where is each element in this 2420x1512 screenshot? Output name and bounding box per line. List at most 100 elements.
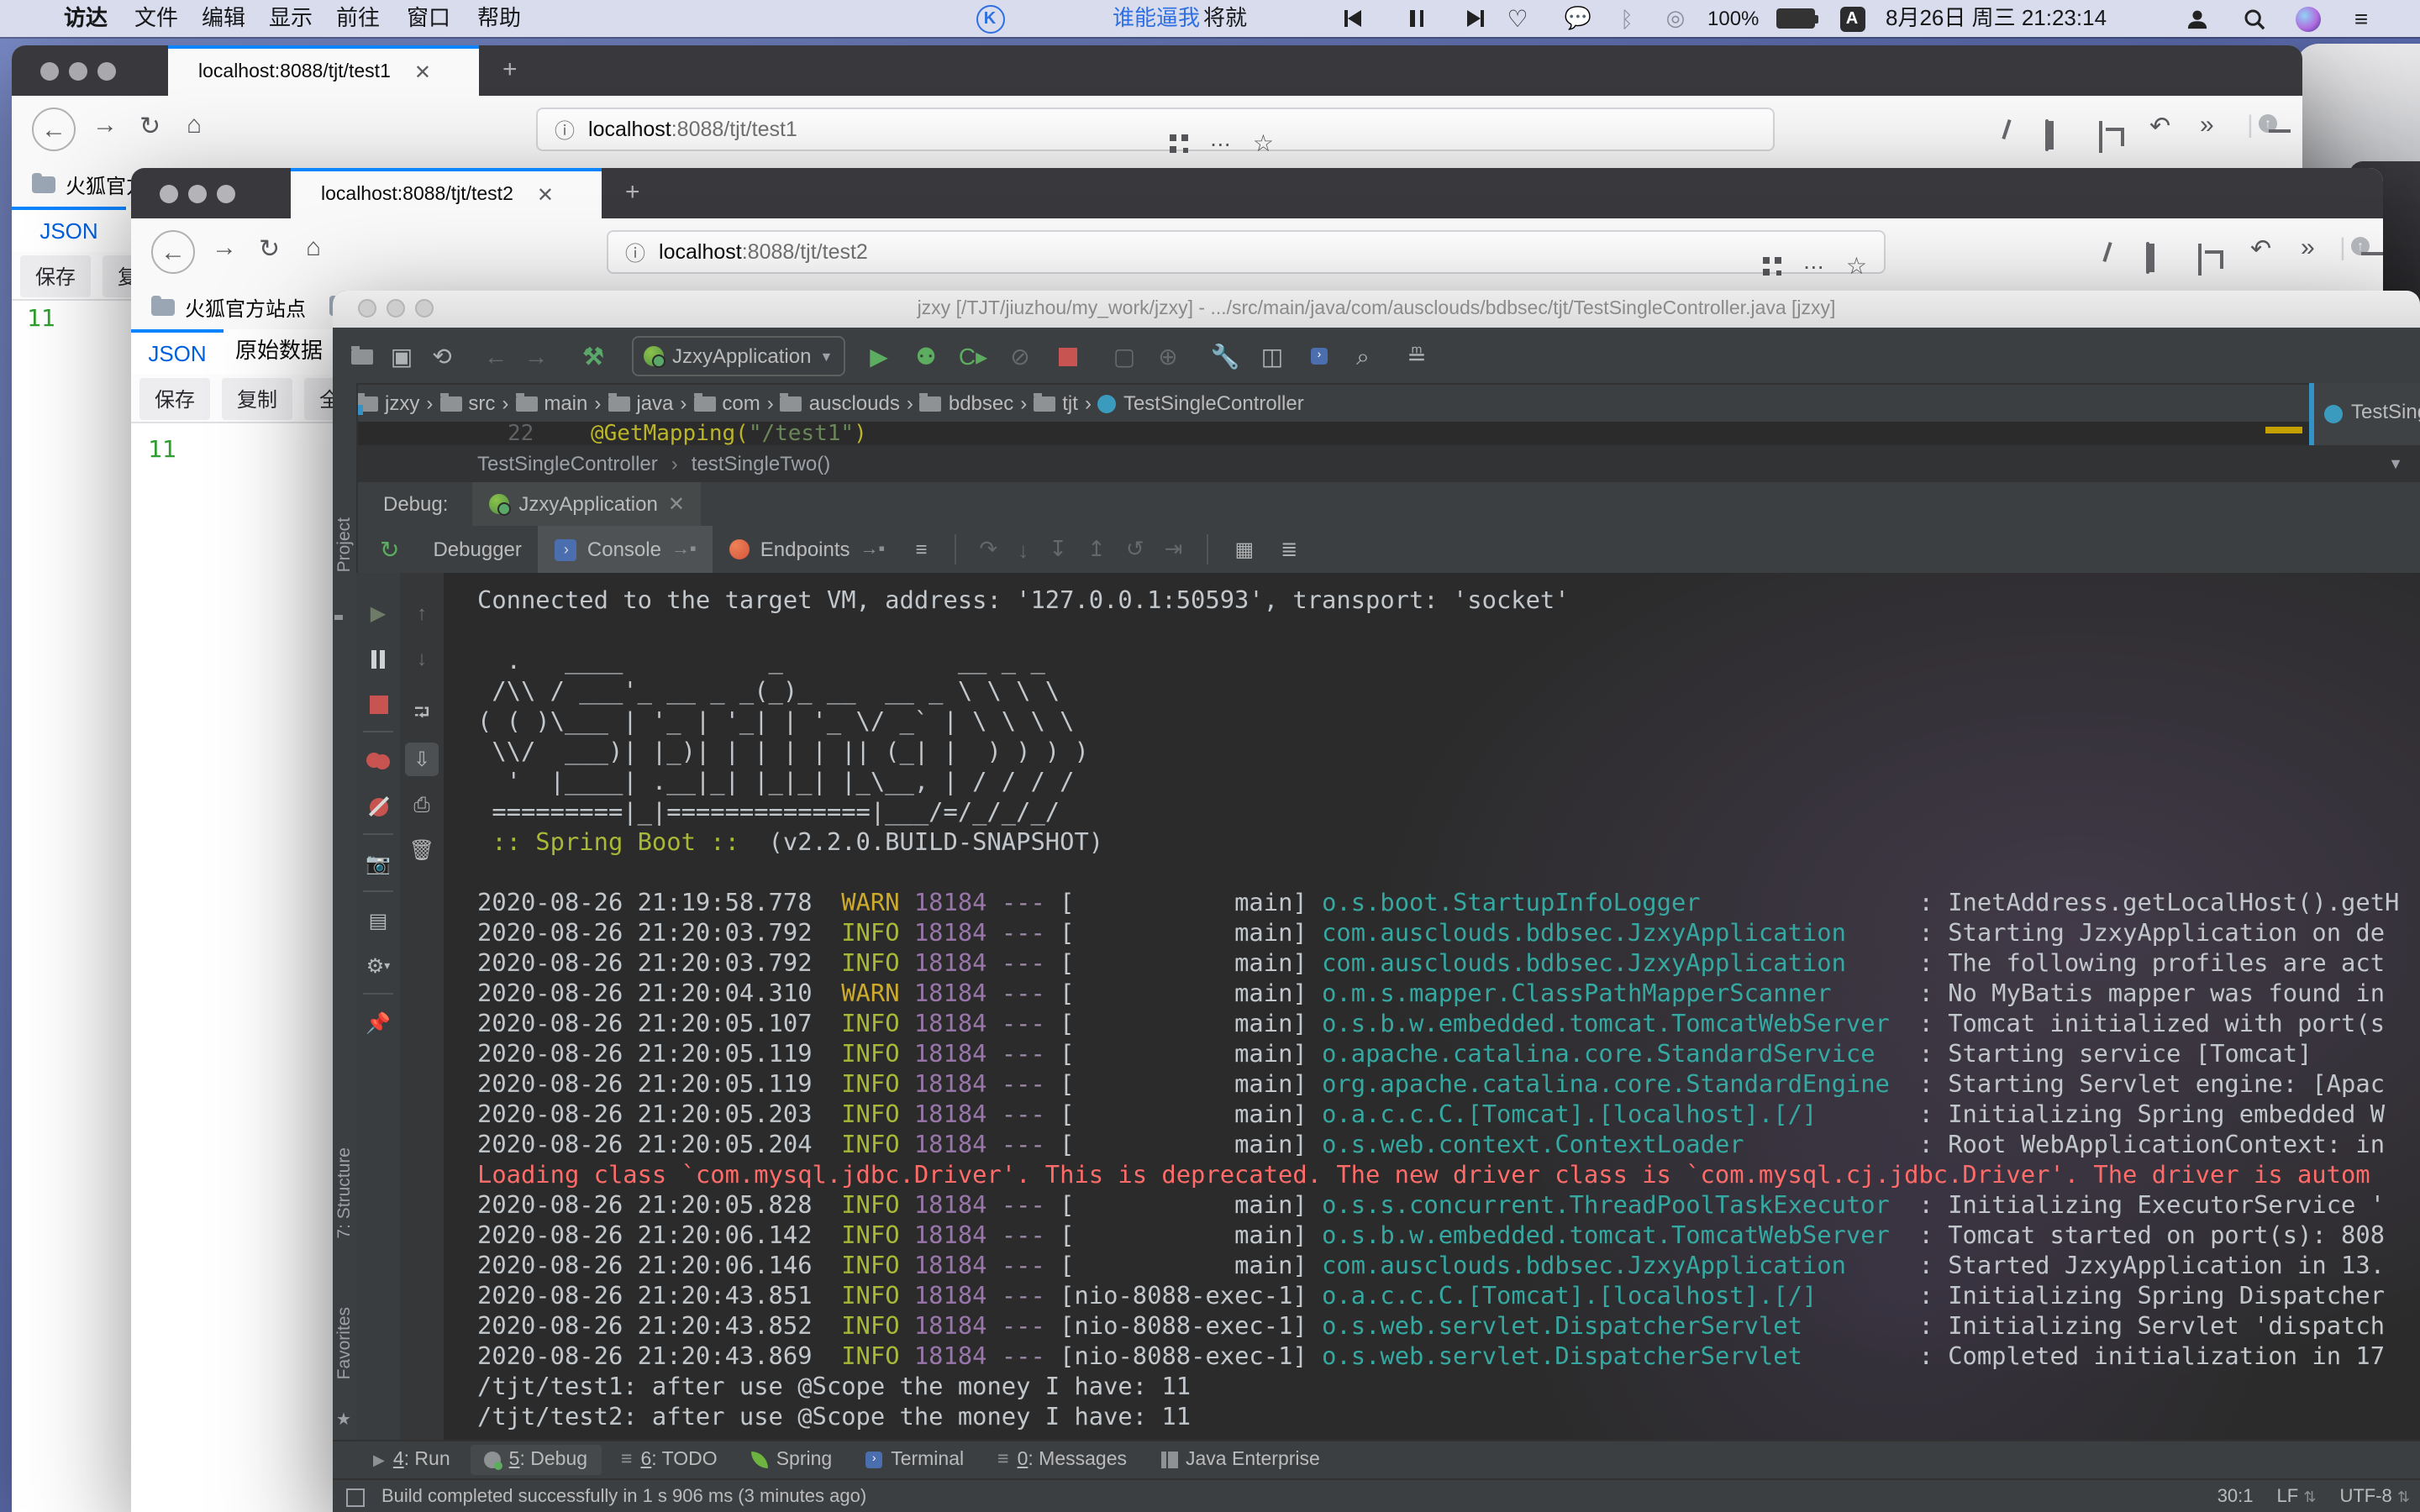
- input-method-icon[interactable]: A: [1835, 0, 1869, 37]
- screenshot-icon[interactable]: [2198, 244, 2202, 276]
- editor-fragment[interactable]: 22 @GetMapping("/test1"): [356, 422, 2314, 445]
- wrench-icon[interactable]: 🔧: [1210, 341, 1240, 371]
- page-actions-icon[interactable]: ⋯: [1803, 253, 1824, 278]
- copy-button[interactable]: 复制: [222, 377, 293, 419]
- layout-settings-icon[interactable]: ≣: [1281, 538, 1297, 561]
- stripe-item-structure[interactable]: 7: Structure: [334, 1147, 355, 1239]
- attach-debugger-icon[interactable]: ▢: [1109, 341, 1139, 371]
- editor-tab-fragment[interactable]: TestSingle: [2314, 383, 2420, 445]
- tab-json[interactable]: JSON: [131, 329, 224, 375]
- media-pause-icon[interactable]: [1400, 0, 1434, 37]
- spotlight-search-icon[interactable]: [2238, 0, 2269, 37]
- toolwindow-tab--debug[interactable]: 5: Debug: [470, 1445, 602, 1475]
- media-next-icon[interactable]: [1459, 0, 1492, 37]
- tab-debugger[interactable]: Debugger: [416, 526, 538, 573]
- toolwindow-tab-spring[interactable]: Spring: [738, 1445, 846, 1475]
- overflow-chevron-icon[interactable]: »: [2301, 234, 2315, 262]
- media-previous-icon[interactable]: [1336, 0, 1370, 37]
- stop-icon[interactable]: [356, 687, 400, 721]
- tab-close-icon[interactable]: ✕: [537, 183, 554, 207]
- reload-button[interactable]: ↻: [259, 234, 280, 264]
- menubar-clock[interactable]: 8月26日 周三 21:23:14: [1886, 0, 2107, 37]
- swirl-app-icon[interactable]: ◎: [1660, 0, 1691, 37]
- status-widget-301[interactable]: 30:1: [2217, 1487, 2254, 1507]
- toolwindow-tab--todo[interactable]: ≡ 6: TODO: [608, 1445, 731, 1475]
- tab-json[interactable]: JSON: [12, 207, 126, 252]
- force-step-into-icon[interactable]: ↧: [1049, 536, 1067, 563]
- profiler-icon[interactable]: ⊘: [1005, 341, 1035, 371]
- minimize-window-button[interactable]: [387, 299, 405, 318]
- view-breakpoints-icon[interactable]: [356, 744, 400, 778]
- restore-layout-icon[interactable]: ▤: [356, 904, 400, 937]
- home-button[interactable]: ⌂: [306, 234, 321, 262]
- tab-close-icon[interactable]: ✕: [414, 60, 431, 84]
- toolwindow-tab--run[interactable]: ▶ 4: Run: [360, 1445, 464, 1475]
- save-all-icon[interactable]: ▣: [387, 341, 417, 371]
- down-stack-icon[interactable]: ↓: [400, 642, 444, 675]
- save-button[interactable]: 保存: [139, 377, 211, 419]
- breadcrumb-item[interactable]: jzxy: [353, 391, 419, 415]
- dump-threads-icon[interactable]: ⊕: [1153, 341, 1183, 371]
- status-widget-lf[interactable]: LF ⇅: [2277, 1487, 2317, 1507]
- breadcrumb-item[interactable]: com: [693, 391, 760, 415]
- debug-console[interactable]: Connected to the target VM, address: '12…: [444, 573, 2420, 1467]
- menu-item-6[interactable]: 窗口: [407, 0, 450, 37]
- status-widget-utf8[interactable]: UTF-8 ⇅: [2339, 1487, 2410, 1507]
- forward-button[interactable]: →: [92, 111, 118, 139]
- menu-item-5[interactable]: 前往: [336, 0, 380, 37]
- gear-icon[interactable]: ⚙ ▾: [356, 949, 400, 983]
- minimize-window-button[interactable]: [69, 62, 87, 81]
- back-button[interactable]: ←: [151, 230, 195, 274]
- save-button[interactable]: 保存: [20, 255, 92, 297]
- pin-tab-icon[interactable]: →▪: [671, 539, 697, 559]
- breadcrumb-class[interactable]: TestSingleController: [477, 452, 658, 475]
- bookmark-star-icon[interactable]: ☆: [1253, 129, 1274, 157]
- undo-restore-icon[interactable]: ↶: [2149, 111, 2170, 141]
- tab-raw-data[interactable]: 原始数据: [224, 329, 334, 375]
- stripe-item-project[interactable]: Project: [334, 517, 355, 572]
- wechat-icon[interactable]: 💬: [1560, 0, 1597, 37]
- sync-icon[interactable]: ⟲: [427, 341, 457, 371]
- up-stack-icon[interactable]: ↑: [400, 596, 444, 630]
- undo-restore-icon[interactable]: ↶: [2250, 234, 2271, 264]
- soft-wrap-icon[interactable]: ≡: [915, 538, 927, 561]
- breadcrumb-item[interactable]: main: [515, 391, 587, 415]
- bluetooth-icon[interactable]: ᛒ: [1613, 0, 1640, 37]
- debug-session-tab[interactable]: JzxyApplication ✕: [471, 482, 702, 526]
- rerun-icon[interactable]: ↻: [380, 535, 399, 564]
- minimize-window-button[interactable]: [188, 185, 207, 203]
- zoom-window-button[interactable]: [217, 185, 235, 203]
- bookmark-item[interactable]: 火狐官方站点: [185, 293, 306, 322]
- clear-console-icon[interactable]: 🗑: [400, 833, 444, 867]
- reload-button[interactable]: ↻: [139, 111, 160, 141]
- browser-tab-test2[interactable]: localhost:8088/tjt/test2 ✕: [291, 168, 602, 218]
- back-button[interactable]: ←: [32, 108, 76, 151]
- build-hammer-icon[interactable]: ⚒: [578, 341, 608, 371]
- overflow-chevron-icon[interactable]: »: [2200, 111, 2214, 139]
- pause-icon[interactable]: [356, 642, 400, 675]
- menubar-status-text[interactable]: 谁能逼我: [1113, 0, 1200, 37]
- heart-icon[interactable]: ♡: [1501, 0, 1534, 37]
- breadcrumb-item[interactable]: ausclouds: [780, 391, 900, 415]
- toolwindow-tab--messages[interactable]: ≡ 0: Messages: [984, 1445, 1140, 1475]
- breadcrumb-item[interactable]: bdbsec: [919, 391, 1013, 415]
- evaluate-expression-icon[interactable]: ▦: [1234, 538, 1254, 561]
- close-window-button[interactable]: [160, 185, 178, 203]
- forward-button[interactable]: →: [212, 234, 237, 262]
- menu-item-1[interactable]: 访达: [64, 0, 108, 37]
- home-button[interactable]: ⌂: [187, 111, 202, 139]
- zoom-window-button[interactable]: [415, 299, 434, 318]
- star-icon[interactable]: ★: [336, 1411, 351, 1430]
- step-over-icon[interactable]: ↷: [979, 536, 997, 563]
- toolwindow-toggle-icon[interactable]: [346, 1488, 365, 1506]
- run-anything-icon[interactable]: ›: [1304, 341, 1334, 371]
- breadcrumb-method[interactable]: testSingleTwo(): [692, 452, 830, 475]
- pin-icon[interactable]: 📌: [356, 1006, 400, 1040]
- page-actions-icon[interactable]: ⋯: [1210, 130, 1231, 155]
- menu-item-2[interactable]: 文件: [134, 0, 178, 37]
- coverage-icon[interactable]: C▸: [958, 341, 988, 371]
- open-icon[interactable]: [346, 341, 376, 371]
- toolwindow-tab-java-enterprise[interactable]: Java Enterprise: [1147, 1445, 1334, 1475]
- menu-item-7[interactable]: 帮助: [477, 0, 521, 37]
- url-bar[interactable]: ⓘ localhost:8088/tjt/test2 ⋯ ☆: [607, 230, 1886, 278]
